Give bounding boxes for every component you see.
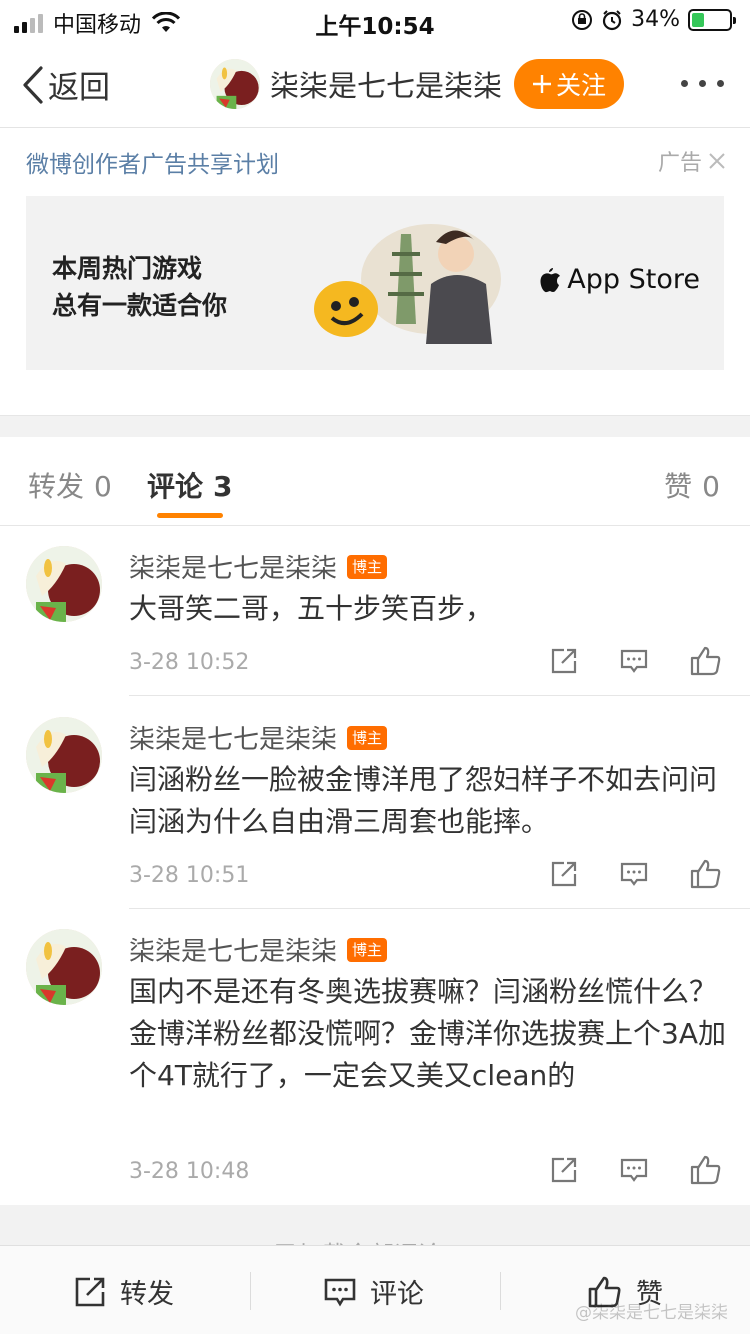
nav-bar: 返回 柒柒是七七是柒柒 关注 xyxy=(0,42,750,128)
comment-button[interactable]: 评论 xyxy=(324,1272,424,1311)
tab-repost-label: 转发 xyxy=(28,470,85,503)
bottom-toolbar: 转发 评论 赞 @柒柒是七七是柒柒 xyxy=(0,1245,750,1334)
ad-close-button[interactable]: 广告 xyxy=(658,145,726,177)
chevron-left-icon xyxy=(23,65,43,104)
rotation-lock-icon xyxy=(572,9,593,30)
author-badge: 博主 xyxy=(347,937,388,962)
toolbar-divider xyxy=(500,1272,501,1310)
ad-header: 微博创作者广告共享计划 广告 xyxy=(26,145,726,178)
ad-copy: 本周热门游戏 总有一款适合你 xyxy=(52,250,227,324)
comment-item: 柒柒是七七是柒柒 博主 闫涵粉丝一脸被金博洋甩了怨妇样子不如去问问闫涵为什么自由… xyxy=(0,697,750,909)
comment-avatar[interactable] xyxy=(26,546,102,622)
comment-text: 大哥笑二哥，五十步笑百步， xyxy=(129,592,494,625)
more-options-button[interactable] xyxy=(681,80,724,87)
tab-comment[interactable]: 评论 3 xyxy=(147,465,233,505)
dot-icon xyxy=(681,80,688,87)
repost-label: 转发 xyxy=(120,1279,174,1310)
ad-title[interactable]: 微博创作者广告共享计划 xyxy=(26,152,279,178)
section-divider xyxy=(0,415,750,437)
close-icon xyxy=(709,153,725,169)
dot-icon xyxy=(717,80,724,87)
user-avatar[interactable] xyxy=(210,59,260,109)
game-artwork-image xyxy=(314,224,501,344)
tab-repost-count: 0 xyxy=(94,470,112,503)
follow-button[interactable]: 关注 xyxy=(514,59,625,109)
like-icon[interactable] xyxy=(690,1155,722,1185)
tab-comment-label: 评论 xyxy=(147,470,204,503)
ad-line-1: 本周热门游戏 xyxy=(52,254,203,283)
comment-time: 3-28 10:52 xyxy=(129,650,250,675)
share-icon[interactable] xyxy=(550,860,578,888)
author-badge: 博主 xyxy=(347,554,388,579)
battery-fill xyxy=(692,12,705,27)
ad-banner[interactable]: 本周热门游戏 总有一款适合你 App Store xyxy=(26,196,724,370)
load-more-label: 已加载全部评论 xyxy=(274,1235,442,1245)
plus-icon xyxy=(533,75,552,93)
comment-author-name: 柒柒是七七是柒柒 xyxy=(129,937,338,967)
dot-icon xyxy=(699,80,706,87)
reply-icon[interactable] xyxy=(620,647,648,675)
like-icon[interactable] xyxy=(690,646,722,676)
battery-percent: 34% xyxy=(631,7,680,32)
tab-like[interactable]: 赞0 xyxy=(664,465,720,505)
app-store-label: App Store xyxy=(567,264,700,295)
reply-icon[interactable] xyxy=(620,860,648,888)
comment-divider xyxy=(129,695,750,696)
share-icon xyxy=(75,1277,105,1306)
battery-icon xyxy=(688,8,736,31)
comment-author-name: 柒柒是七七是柒柒 xyxy=(129,725,338,755)
apple-logo-icon xyxy=(540,267,561,292)
comment-item: 柒柒是七七是柒柒 博主 大哥笑二哥，五十步笑百步， 3-28 10:52 xyxy=(0,526,750,696)
comment-avatar[interactable] xyxy=(26,717,102,793)
comment-time: 3-28 10:51 xyxy=(129,863,250,888)
comment-text: 闫涵粉丝一脸被金博洋甩了怨妇样子不如去问问闫涵为什么自由滑三周套也能摔。 xyxy=(129,763,718,838)
alarm-icon xyxy=(602,9,622,30)
load-more-bar: 已加载全部评论 xyxy=(0,1205,750,1245)
back-label: 返回 xyxy=(48,70,110,106)
status-bar: 中国移动 上午10:54 34% xyxy=(0,0,750,42)
repost-button[interactable]: 转发 xyxy=(74,1272,174,1311)
share-icon[interactable] xyxy=(550,647,578,675)
ad-line-2: 总有一款适合你 xyxy=(52,291,228,320)
watermark: @柒柒是七七是柒柒 xyxy=(575,1303,728,1323)
reply-icon[interactable] xyxy=(620,1156,648,1184)
tab-comment-count: 3 xyxy=(213,470,233,503)
comment-avatar[interactable] xyxy=(26,929,102,1005)
tab-repost[interactable]: 转发 0 xyxy=(28,465,112,505)
interaction-tabs: 转发 0 评论 3 赞0 xyxy=(0,437,750,526)
comment-author[interactable]: 柒柒是七七是柒柒 博主 xyxy=(129,548,388,585)
back-button[interactable]: 返回 xyxy=(22,62,110,107)
tab-like-count: 0 xyxy=(702,470,720,503)
follow-label: 关注 xyxy=(556,71,607,100)
comment-item: 柒柒是七七是柒柒 博主 国内不是还有冬奥选拔赛嘛？闫涵粉丝慌什么？金博洋粉丝都没… xyxy=(0,909,750,1205)
comment-author-name: 柒柒是七七是柒柒 xyxy=(129,554,338,584)
comment-label: 评论 xyxy=(370,1279,424,1310)
nav-user-name[interactable]: 柒柒是七七是柒柒 xyxy=(270,63,502,105)
tab-like-label: 赞 xyxy=(664,470,693,503)
comment-author[interactable]: 柒柒是七七是柒柒 博主 xyxy=(129,719,388,756)
author-badge: 博主 xyxy=(347,725,388,750)
comment-time: 3-28 10:48 xyxy=(129,1159,250,1184)
app-store-link[interactable]: App Store xyxy=(539,264,700,295)
toolbar-divider xyxy=(250,1272,251,1310)
like-icon[interactable] xyxy=(690,859,722,889)
comment-icon xyxy=(324,1278,356,1307)
comment-text: 国内不是还有冬奥选拔赛嘛？闫涵粉丝慌什么？金博洋粉丝都没慌啊？金博洋你选拔赛上个… xyxy=(129,975,726,1092)
share-icon[interactable] xyxy=(550,1156,578,1184)
comment-author[interactable]: 柒柒是七七是柒柒 博主 xyxy=(129,931,388,968)
ad-label: 广告 xyxy=(657,151,702,176)
active-tab-indicator xyxy=(157,513,223,518)
